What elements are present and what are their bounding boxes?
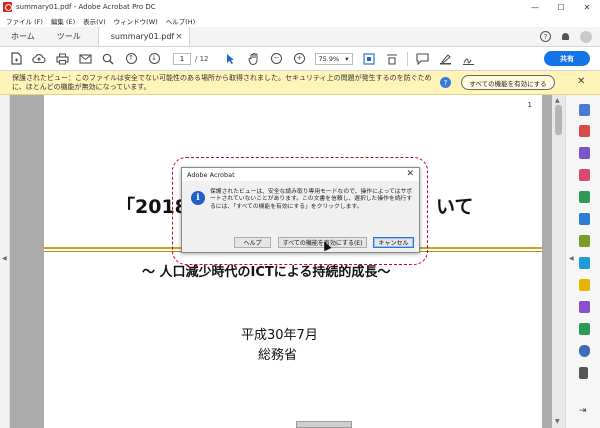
- right-tools-pane: ◀ ⇥: [565, 95, 600, 428]
- tab-document[interactable]: summary01.pdf ×: [97, 27, 190, 46]
- zoom-in-icon[interactable]: +: [292, 51, 308, 67]
- main-toolbar: ↑ ↓ 1 / 12 − + 75.9% ▾ 共有: [0, 47, 600, 71]
- menu-bar: ファイル (F) 編集 (E) 表示(V) ウィンドウ(W) ヘルプ(H): [0, 14, 600, 27]
- dialog-message: 保護されたビューは、安全な読み取り専用モードなので、操作によってはサポートされて…: [210, 189, 413, 210]
- menu-edit[interactable]: 編集 (E): [51, 16, 75, 26]
- minimize-button[interactable]: —: [522, 0, 548, 14]
- comment-icon[interactable]: [415, 51, 431, 67]
- toolbar-separator: [406, 51, 408, 66]
- dialog-titlebar: Adobe Acrobat ✕: [182, 168, 419, 181]
- collapse-right-pane-icon[interactable]: ◀: [569, 255, 574, 262]
- document-title-right: いて: [436, 196, 474, 218]
- tab-close-icon[interactable]: ×: [175, 32, 183, 42]
- select-arrow-icon[interactable]: [223, 51, 239, 67]
- protected-view-banner: 保護されたビュー：このファイルは安全でない可能性のある場所から取得されました。セ…: [0, 71, 600, 95]
- edit-pdf-icon[interactable]: [579, 147, 590, 159]
- highlight-icon[interactable]: [438, 51, 454, 67]
- document-date: 平成30年7月: [241, 328, 318, 343]
- tab-document-label: summary01.pdf: [110, 32, 175, 41]
- page-bottom-element: [296, 421, 352, 428]
- search-tool-icon[interactable]: [579, 104, 590, 116]
- share-button[interactable]: 共有: [544, 51, 590, 66]
- scroll-up-icon[interactable]: ▲: [555, 97, 560, 104]
- menu-help[interactable]: ヘルプ(H): [166, 16, 195, 26]
- fill-sign-icon[interactable]: [579, 257, 590, 269]
- protect-shield-icon[interactable]: [579, 345, 590, 357]
- more-tools-icon[interactable]: [579, 367, 588, 379]
- menu-window[interactable]: ウィンドウ(W): [114, 16, 158, 26]
- acrobat-app-icon: [3, 2, 12, 12]
- dialog-title: Adobe Acrobat: [187, 171, 235, 179]
- avatar[interactable]: [580, 30, 592, 43]
- dialog-help-button[interactable]: ヘルプ: [234, 237, 271, 248]
- pen-tool-icon[interactable]: [579, 301, 590, 313]
- close-window-button[interactable]: ✕: [574, 0, 600, 14]
- tab-bar: ホーム ツール summary01.pdf × ?: [0, 27, 600, 47]
- dialog-close-icon[interactable]: ✕: [406, 169, 414, 179]
- create-pdf-icon[interactable]: [8, 51, 24, 67]
- scroll-down-icon[interactable]: ▼: [555, 418, 560, 425]
- hand-icon[interactable]: [246, 51, 262, 67]
- dialog-cancel-button[interactable]: キャンセル: [373, 237, 414, 248]
- zoom-level-select[interactable]: 75.9% ▾: [314, 52, 353, 65]
- zoom-out-icon[interactable]: −: [269, 51, 285, 67]
- create-pdf-tool-icon[interactable]: [579, 169, 590, 181]
- scrollbar-thumb[interactable]: [555, 105, 562, 135]
- fit-page-icon[interactable]: [361, 51, 377, 67]
- banner-help-icon[interactable]: ?: [440, 77, 451, 88]
- page-up-icon[interactable]: ↑: [123, 51, 139, 67]
- upload-cloud-icon[interactable]: [31, 51, 47, 67]
- banner-close-icon[interactable]: ✕: [577, 76, 585, 87]
- share-label: 共有: [560, 54, 574, 63]
- print-production-icon[interactable]: [579, 323, 590, 335]
- window-title: summary01.pdf - Adobe Acrobat Pro DC: [16, 3, 156, 11]
- print-icon[interactable]: [54, 51, 70, 67]
- document-organization: 総務省: [258, 348, 298, 363]
- tab-tools[interactable]: ツール: [46, 27, 92, 46]
- export-tool-icon[interactable]: [579, 213, 590, 225]
- zoom-level-value: 75.9%: [318, 54, 340, 63]
- comment-tool-icon[interactable]: [579, 279, 590, 291]
- enable-all-features-button[interactable]: すべての機能を有効にする: [461, 75, 555, 90]
- window-controls: — ☐ ✕: [522, 0, 600, 14]
- export-pdf-icon[interactable]: [579, 125, 590, 137]
- page-total: / 12: [195, 54, 209, 63]
- help-icon[interactable]: ?: [540, 31, 551, 42]
- chevron-down-icon: ▾: [345, 54, 349, 63]
- organize-pages-icon[interactable]: [579, 235, 590, 247]
- maximize-button[interactable]: ☐: [548, 0, 574, 14]
- page-number-label: 1: [527, 101, 532, 109]
- menu-view[interactable]: 表示(V): [83, 16, 106, 26]
- header-icons: ?: [530, 27, 600, 46]
- page-number-input[interactable]: 1: [173, 52, 191, 65]
- bell-icon[interactable]: [561, 32, 570, 42]
- banner-message: 保護されたビュー：このファイルは安全でない可能性のある場所から取得されました。セ…: [12, 74, 432, 91]
- scroll-mode-icon[interactable]: [384, 51, 400, 67]
- window-titlebar: summary01.pdf - Adobe Acrobat Pro DC — ☐…: [0, 0, 600, 14]
- left-nav-pane[interactable]: ◀: [0, 95, 10, 428]
- email-icon[interactable]: [77, 51, 93, 67]
- menu-file[interactable]: ファイル (F): [6, 16, 43, 26]
- search-icon[interactable]: [100, 51, 116, 67]
- vertical-scrollbar[interactable]: ▲ ▼: [552, 95, 565, 428]
- sign-icon[interactable]: [461, 51, 477, 67]
- expand-panel-icon[interactable]: ⇥: [579, 406, 587, 416]
- info-icon: i: [191, 191, 205, 205]
- protected-view-dialog: Adobe Acrobat ✕ i 保護されたビューは、安全な読み取り専用モード…: [181, 167, 420, 253]
- expand-left-pane-icon[interactable]: ◀: [2, 255, 7, 262]
- tab-home[interactable]: ホーム: [0, 27, 46, 46]
- page-down-icon[interactable]: ↓: [146, 51, 162, 67]
- combine-files-icon[interactable]: [579, 191, 590, 203]
